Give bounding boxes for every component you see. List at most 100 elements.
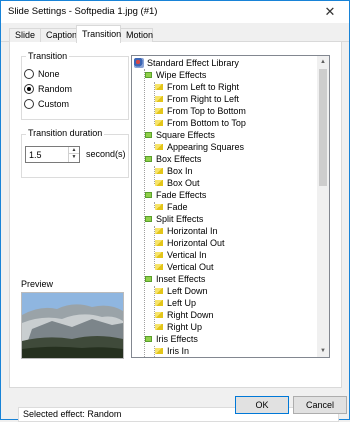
- tree-group-label: Split Effects: [156, 214, 204, 224]
- tree-item-label: From Top to Bottom: [167, 106, 246, 116]
- tree-item-label: Right Up: [167, 322, 203, 332]
- tree-item-label: Left Down: [167, 286, 208, 296]
- stepper-down-icon[interactable]: ▼: [69, 154, 79, 161]
- tree-group-label: Box Effects: [156, 154, 202, 164]
- tree-group-label: Square Effects: [156, 130, 215, 140]
- effect-library-tree[interactable]: Standard Effect Library Wipe Effects Fro…: [131, 55, 330, 358]
- tree-group-label: Iris Effects: [156, 334, 198, 344]
- effect-icon: [155, 204, 163, 210]
- folder-icon: [145, 276, 152, 282]
- tree-item[interactable]: Right Down: [155, 309, 214, 321]
- tree-item-label: Fade: [167, 202, 188, 212]
- radio-random-label: Random: [38, 84, 73, 94]
- tree-item[interactable]: Horizontal Out: [155, 237, 225, 249]
- tree-group-iris[interactable]: Iris Effects: [145, 333, 198, 345]
- tree-item[interactable]: Fade: [155, 201, 188, 213]
- effect-icon: [155, 240, 163, 246]
- effect-icon: [155, 348, 163, 354]
- tab-strip: Slide Caption Transition Motion: [1, 25, 349, 43]
- tree-item[interactable]: From Top to Bottom: [155, 105, 246, 117]
- tree-group-label: Inset Effects: [156, 274, 206, 284]
- radio-custom-button[interactable]: [24, 99, 34, 109]
- preview-image: [21, 292, 124, 359]
- tree-item-label: Right Down: [167, 310, 214, 320]
- tree-group-split[interactable]: Split Effects: [145, 213, 203, 225]
- radio-random-button[interactable]: [24, 84, 34, 94]
- tree-scrollbar[interactable]: ▲ ▼: [317, 56, 329, 357]
- tab-caption[interactable]: Caption: [40, 28, 77, 42]
- tree-item[interactable]: From Bottom to Top: [155, 117, 246, 129]
- tab-transition[interactable]: Transition: [76, 25, 121, 43]
- effect-icon: [155, 96, 163, 102]
- tree-item[interactable]: From Left to Right: [155, 81, 239, 93]
- scroll-down-icon[interactable]: ▼: [317, 345, 329, 357]
- effect-icon: [155, 228, 163, 234]
- tab-motion[interactable]: Motion: [120, 28, 153, 42]
- folder-icon: [145, 336, 152, 342]
- folder-icon: [145, 192, 152, 198]
- cancel-button[interactable]: Cancel: [293, 396, 347, 414]
- tree-group-label: Wipe Effects: [156, 70, 207, 80]
- tree-item-label: Horizontal In: [167, 226, 218, 236]
- effect-icon: [155, 108, 163, 114]
- effect-icon: [155, 144, 163, 150]
- tree-item[interactable]: Left Down: [155, 285, 208, 297]
- tree-group-square[interactable]: Square Effects: [145, 129, 215, 141]
- effect-icon: [155, 300, 163, 306]
- radio-none-button[interactable]: [24, 69, 34, 79]
- effect-icon: [155, 120, 163, 126]
- ok-button[interactable]: OK: [235, 396, 289, 414]
- effect-icon: [155, 252, 163, 258]
- preview-label: Preview: [21, 279, 54, 289]
- effect-icon: [155, 84, 163, 90]
- tree-item[interactable]: Box In: [155, 165, 193, 177]
- tree-item-label: Vertical Out: [167, 262, 214, 272]
- stepper-up-icon[interactable]: ▲: [69, 147, 79, 154]
- tree-group-wipe[interactable]: Wipe Effects: [145, 69, 206, 81]
- tree-root[interactable]: Standard Effect Library: [134, 57, 239, 69]
- tree-group-fade[interactable]: Fade Effects: [145, 189, 206, 201]
- radio-custom[interactable]: Custom: [24, 98, 69, 110]
- tree-item[interactable]: Right Up: [155, 321, 202, 333]
- tree-item[interactable]: Box Out: [155, 177, 200, 189]
- tree-item[interactable]: Horizontal In: [155, 225, 218, 237]
- tree-item[interactable]: From Right to Left: [155, 93, 239, 105]
- radio-none-label: None: [38, 69, 60, 79]
- scroll-thumb[interactable]: [319, 69, 327, 186]
- duration-stepper[interactable]: 1.5 ▲ ▼: [25, 146, 80, 163]
- folder-icon: [145, 156, 152, 162]
- effect-icon: [155, 168, 163, 174]
- library-icon: [134, 58, 144, 68]
- effect-icon: [155, 312, 163, 318]
- duration-group-label: Transition duration: [26, 128, 105, 138]
- effect-icon: [155, 288, 163, 294]
- tree-item[interactable]: Appearing Squares: [155, 141, 244, 153]
- radio-none[interactable]: None: [24, 68, 60, 80]
- duration-value[interactable]: 1.5: [29, 150, 42, 160]
- tree-group-inset[interactable]: Inset Effects: [145, 273, 205, 285]
- tree-group-box[interactable]: Box Effects: [145, 153, 201, 165]
- preview-landscape: [22, 293, 123, 358]
- tree-item[interactable]: Iris In: [155, 345, 189, 357]
- duration-unit: second(s): [86, 149, 126, 159]
- tree-item-label: Appearing Squares: [167, 142, 245, 152]
- tab-slide[interactable]: Slide: [9, 28, 41, 42]
- title-bar: Slide Settings - Softpedia 1.jpg (#1) ✕: [1, 1, 349, 23]
- tree-item[interactable]: Vertical Out: [155, 261, 214, 273]
- slide-settings-window: Slide Settings - Softpedia 1.jpg (#1) ✕ …: [0, 0, 350, 422]
- scroll-up-icon[interactable]: ▲: [317, 56, 329, 68]
- tree-item-label: Vertical In: [167, 250, 207, 260]
- tree-item[interactable]: Left Up: [155, 297, 196, 309]
- tree-item-label: From Right to Left: [167, 94, 240, 104]
- close-icon[interactable]: ✕: [311, 1, 349, 23]
- tree-root-label: Standard Effect Library: [147, 58, 239, 68]
- effect-icon: [155, 180, 163, 186]
- tree-item-label: Left Up: [167, 298, 197, 308]
- tree-item[interactable]: Vertical In: [155, 249, 207, 261]
- tree-item-label: From Bottom to Top: [167, 118, 246, 128]
- folder-icon: [145, 72, 152, 78]
- window-title: Slide Settings - Softpedia 1.jpg (#1): [8, 6, 158, 17]
- tree-item-label: Box Out: [167, 178, 200, 188]
- tree-item-label: Iris In: [167, 346, 190, 356]
- radio-random[interactable]: Random: [24, 83, 72, 95]
